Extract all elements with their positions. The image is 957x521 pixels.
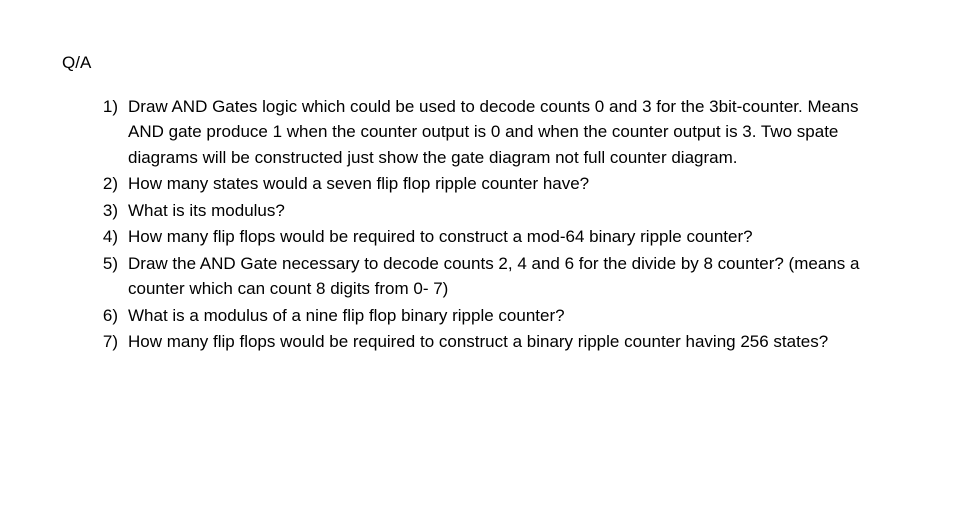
question-item: 4) How many flip flops would be required…: [100, 224, 897, 250]
questions-list: 1) Draw AND Gates logic which could be u…: [100, 94, 897, 355]
question-number: 2): [100, 171, 128, 197]
question-item: 3) What is its modulus?: [100, 198, 897, 224]
question-item: 1) Draw AND Gates logic which could be u…: [100, 94, 897, 171]
question-text: How many states would a seven flip flop …: [128, 171, 897, 197]
question-item: 7) How many flip flops would be required…: [100, 329, 897, 355]
question-text: How many flip flops would be required to…: [128, 329, 897, 355]
question-number: 7): [100, 329, 128, 355]
question-number: 5): [100, 251, 128, 302]
qa-heading: Q/A: [62, 50, 897, 76]
question-number: 1): [100, 94, 128, 171]
question-number: 3): [100, 198, 128, 224]
question-text: How many flip flops would be required to…: [128, 224, 897, 250]
question-item: 6) What is a modulus of a nine flip flop…: [100, 303, 897, 329]
question-item: 5) Draw the AND Gate necessary to decode…: [100, 251, 897, 302]
question-text: What is a modulus of a nine flip flop bi…: [128, 303, 897, 329]
question-item: 2) How many states would a seven flip fl…: [100, 171, 897, 197]
question-number: 6): [100, 303, 128, 329]
question-text: Draw the AND Gate necessary to decode co…: [128, 251, 897, 302]
question-text: What is its modulus?: [128, 198, 897, 224]
question-number: 4): [100, 224, 128, 250]
question-text: Draw AND Gates logic which could be used…: [128, 94, 897, 171]
